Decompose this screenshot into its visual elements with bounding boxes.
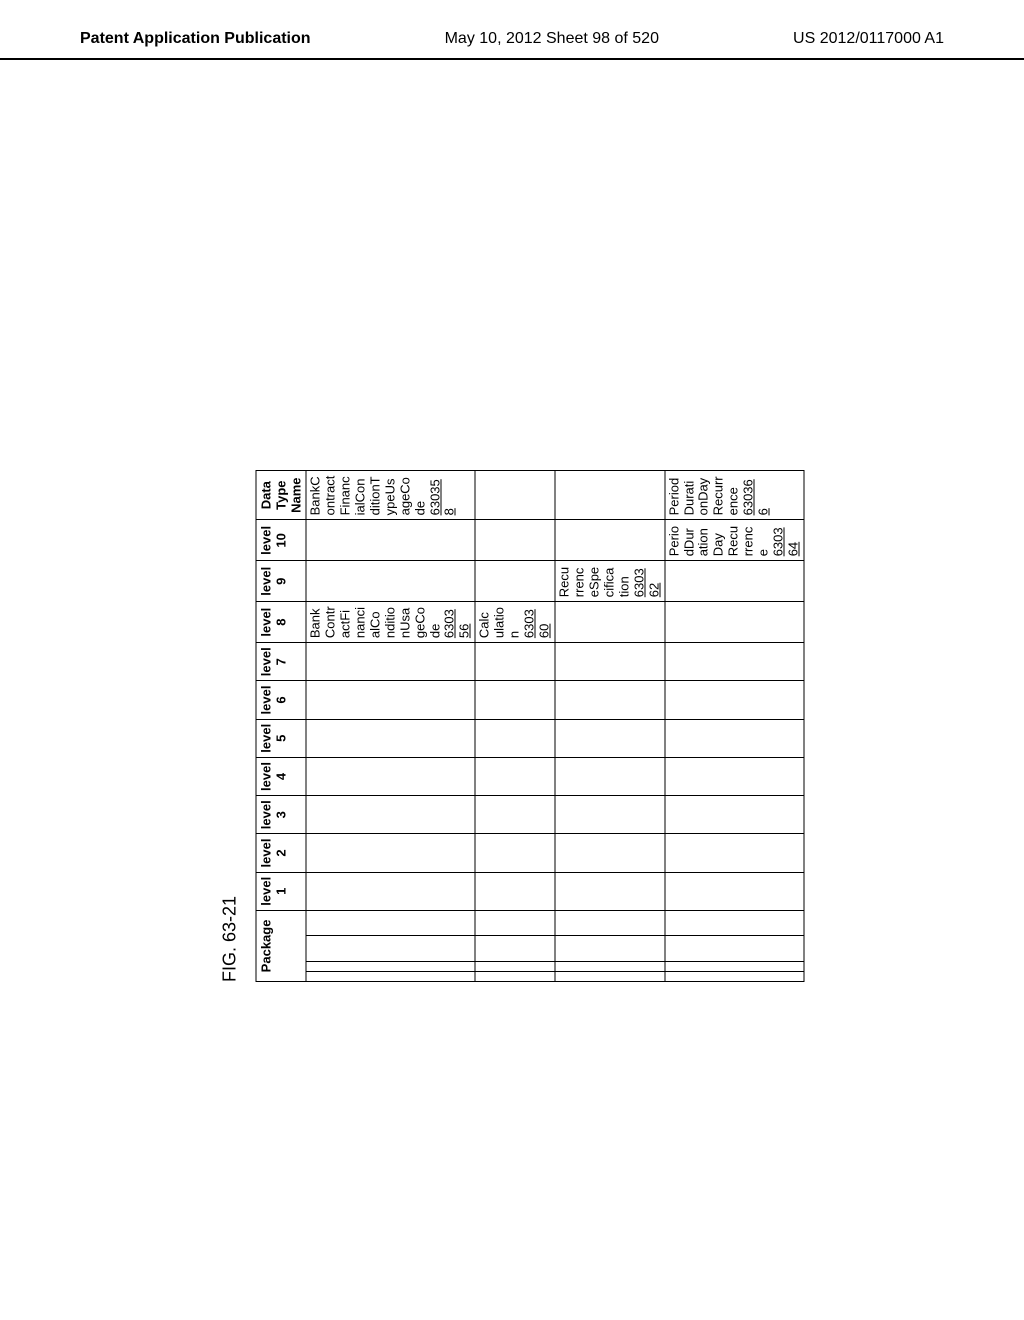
cell-text: RecurrenceSpecification — [557, 567, 632, 597]
header-publication: Patent Application Publication — [80, 30, 311, 48]
figure-content: FIG. 63-21 Package level 1 level 2 level… — [220, 470, 805, 982]
cell-text: PeriodDurationDayRecurrence — [666, 526, 771, 556]
table-row: PeriodDurationDayRecurrence 630364 Perio… — [665, 471, 804, 982]
header-patent-number: US 2012/0117000 A1 — [793, 30, 944, 48]
col-level5: level 5 — [256, 719, 306, 757]
col-level3: level 3 — [256, 796, 306, 834]
cell-datatype: BankContractFinancialConditionTypeUsageC… — [306, 471, 475, 520]
cell-text: Calculation — [477, 607, 522, 638]
header-date-sheet: May 10, 2012 Sheet 98 of 520 — [445, 30, 659, 48]
ref-number: 630358 — [427, 479, 457, 515]
col-level8: level 8 — [256, 602, 306, 643]
col-level9: level 9 — [256, 561, 306, 602]
ref-number: 630360 — [522, 609, 552, 638]
table-row: BankContractFinancialConditionUsageCode … — [306, 471, 475, 982]
cell-level9: RecurrenceSpecification 630362 — [555, 561, 665, 602]
cell-level10: PeriodDurationDayRecurrence 630364 — [665, 520, 804, 561]
col-level2: level 2 — [256, 834, 306, 872]
col-level10: level 10 — [256, 520, 306, 561]
data-table: Package level 1 level 2 level 3 level 4 … — [256, 470, 805, 982]
col-level4: level 4 — [256, 757, 306, 795]
cell-datatype: PeriodDurationDayRecurrence 630366 — [665, 471, 804, 520]
cell-level8: BankContractFinancialConditionUsageCode … — [306, 602, 475, 643]
table-row: Calculation 630360 — [475, 471, 555, 982]
ref-number: 630362 — [631, 568, 661, 597]
cell-text: BankContractFinancialConditionUsageCode — [308, 606, 443, 638]
cell-text: PeriodDurationDayRecurrence — [666, 476, 741, 515]
ref-number: 630366 — [741, 479, 771, 515]
ref-number: 630356 — [442, 609, 472, 638]
cell-text: BankContractFinancialConditionTypeUsageC… — [308, 476, 428, 516]
table-row: RecurrenceSpecification 630362 — [555, 471, 665, 982]
figure-label: FIG. 63-21 — [220, 470, 241, 982]
col-level1: level 1 — [256, 872, 306, 910]
col-level6: level 6 — [256, 681, 306, 719]
ref-number: 630364 — [771, 527, 801, 556]
col-datatype: Data Type Name — [256, 471, 306, 520]
col-level7: level 7 — [256, 643, 306, 681]
page-header: Patent Application Publication May 10, 2… — [0, 0, 1024, 60]
col-package: Package — [256, 910, 306, 981]
cell-level8: Calculation 630360 — [475, 602, 555, 643]
table-header-row: Package level 1 level 2 level 3 level 4 … — [256, 471, 306, 982]
